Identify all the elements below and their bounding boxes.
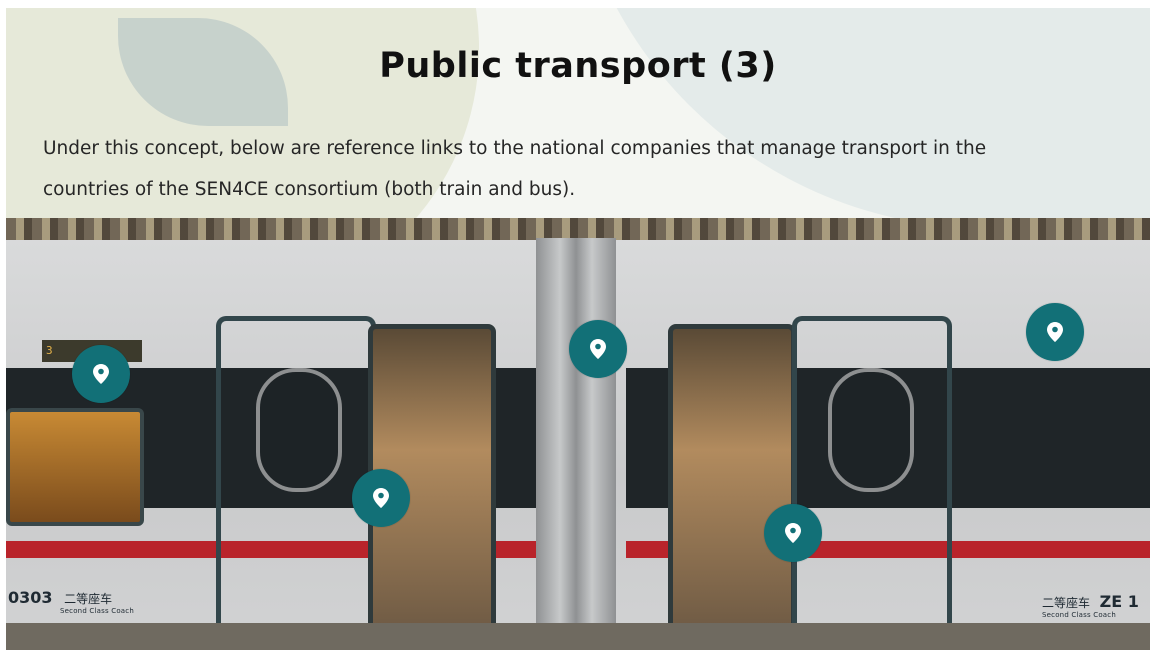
map-pin-marker-3[interactable]: [1026, 303, 1084, 361]
map-pin-icon: [93, 364, 109, 384]
station-platform: [6, 623, 1150, 650]
coach-label-right: 二等座车 ZE 1 Second Class Coach: [1042, 592, 1139, 619]
porthole-window-left: [256, 368, 342, 492]
body-line-1: Under this concept, below are reference …: [43, 138, 987, 159]
porthole-window-right: [828, 368, 914, 492]
map-pin-icon: [590, 339, 606, 359]
body-line-2: countries of the SEN4CE consortium (both…: [43, 179, 576, 200]
coach-code-right: ZE 1: [1099, 592, 1139, 611]
coach-class-cn-left: 二等座车: [64, 592, 113, 606]
slide: Public transport (3) Under this concept,…: [6, 8, 1150, 650]
lit-window-left: [6, 408, 144, 526]
map-pin-icon: [373, 488, 389, 508]
coach-label-left: 0303 二等座车 Second Class Coach: [8, 588, 134, 615]
coach-class-en-right: Second Class Coach: [1042, 611, 1116, 619]
map-pin-icon: [785, 523, 801, 543]
coach-class-cn-right: 二等座车: [1042, 596, 1091, 610]
slide-body-text: Under this concept, below are reference …: [43, 128, 1133, 210]
map-pin-marker-1[interactable]: [72, 345, 130, 403]
coach-number: 0303: [8, 588, 53, 607]
train-photo: 3 0303 二等座车 Second Class Coach 二等座车 ZE 1…: [6, 218, 1150, 650]
slide-header: Public transport (3) Under this concept,…: [6, 8, 1150, 343]
map-pin-marker-2[interactable]: [569, 320, 627, 378]
car-coupler: [536, 238, 616, 638]
map-pin-marker-5[interactable]: [764, 504, 822, 562]
map-pin-icon: [1047, 322, 1063, 342]
slide-title: Public transport (3): [379, 46, 777, 86]
open-door-right: [668, 324, 796, 637]
map-pin-marker-4[interactable]: [352, 469, 410, 527]
coach-class-en-left: Second Class Coach: [60, 607, 134, 615]
